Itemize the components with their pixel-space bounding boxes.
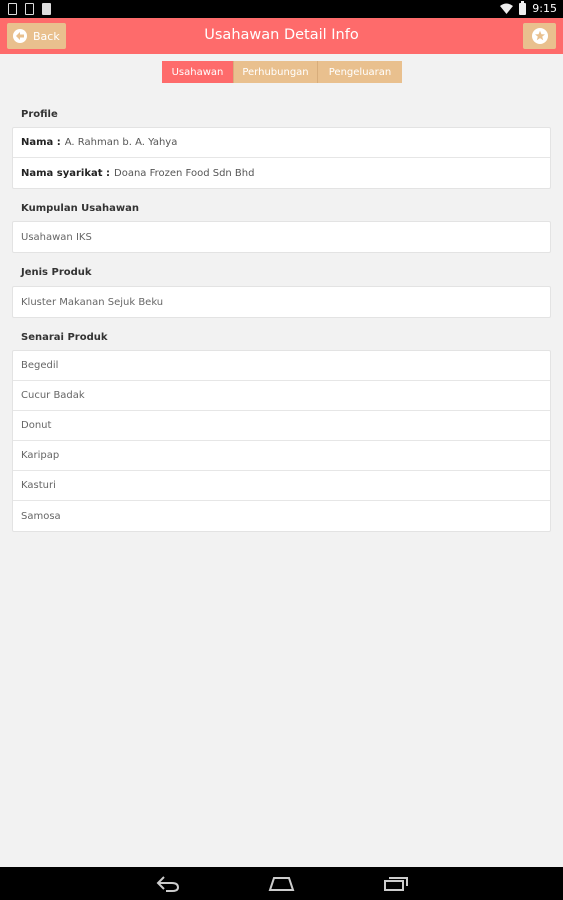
product-list: Begedil Cucur Badak Donut Karipap Kastur… — [12, 350, 551, 532]
battery-icon — [519, 0, 527, 15]
nav-back-icon[interactable] — [156, 875, 180, 892]
download-notification-icon — [8, 3, 17, 15]
list-item[interactable]: Begedil — [13, 351, 550, 381]
profile-card: Nama : A. Rahman b. A. Yahya Nama syarik… — [12, 127, 551, 189]
profile-row-nama: Nama : A. Rahman b. A. Yahya — [13, 128, 550, 158]
kumpulan-heading: Kumpulan Usahawan — [21, 203, 139, 214]
kumpulan-value: Usahawan IKS — [21, 231, 92, 243]
tab-bar: Usahawan Perhubungan Pengeluaran — [162, 61, 402, 83]
nama-label: Nama : — [21, 137, 61, 148]
list-item[interactable]: Kasturi — [13, 471, 550, 501]
favorite-button[interactable] — [523, 23, 556, 49]
notification-icons — [8, 3, 51, 15]
tab-pengeluaran[interactable]: Pengeluaran — [318, 61, 402, 83]
nav-recents-icon[interactable] — [383, 875, 409, 891]
list-item[interactable]: Samosa — [13, 501, 550, 531]
navigation-bar — [0, 867, 563, 900]
list-item[interactable]: Cucur Badak — [13, 381, 550, 411]
system-indicators: 9:15 — [500, 0, 557, 15]
tab-usahawan[interactable]: Usahawan — [162, 61, 234, 83]
clock: 9:15 — [532, 2, 557, 15]
jenis-value: Kluster Makanan Sejuk Beku — [21, 296, 164, 308]
syarikat-label: Nama syarikat : — [21, 167, 111, 179]
tab-perhubungan[interactable]: Perhubungan — [234, 61, 318, 83]
storage-notification-icon — [42, 3, 51, 15]
syarikat-value: Doana Frozen Food Sdn Bhd — [114, 167, 255, 179]
action-bar: Back Usahawan Detail Info — [0, 18, 563, 54]
nav-home-icon[interactable] — [268, 875, 295, 891]
status-bar: 9:15 — [0, 0, 563, 18]
profile-heading: Profile — [21, 109, 58, 120]
star-icon — [531, 28, 548, 44]
kumpulan-card: Usahawan IKS — [12, 221, 551, 253]
profile-row-syarikat: Nama syarikat : Doana Frozen Food Sdn Bh… — [13, 158, 550, 188]
image-notification-icon — [25, 3, 34, 15]
senarai-heading: Senarai Produk — [21, 332, 108, 343]
list-item[interactable]: Donut — [13, 411, 550, 441]
jenis-card: Kluster Makanan Sejuk Beku — [12, 286, 551, 318]
nama-value: A. Rahman b. A. Yahya — [64, 137, 178, 148]
list-item[interactable]: Karipap — [13, 441, 550, 471]
jenis-heading: Jenis Produk — [21, 267, 92, 278]
wifi-icon — [500, 3, 514, 14]
page-title: Usahawan Detail Info — [204, 27, 359, 43]
